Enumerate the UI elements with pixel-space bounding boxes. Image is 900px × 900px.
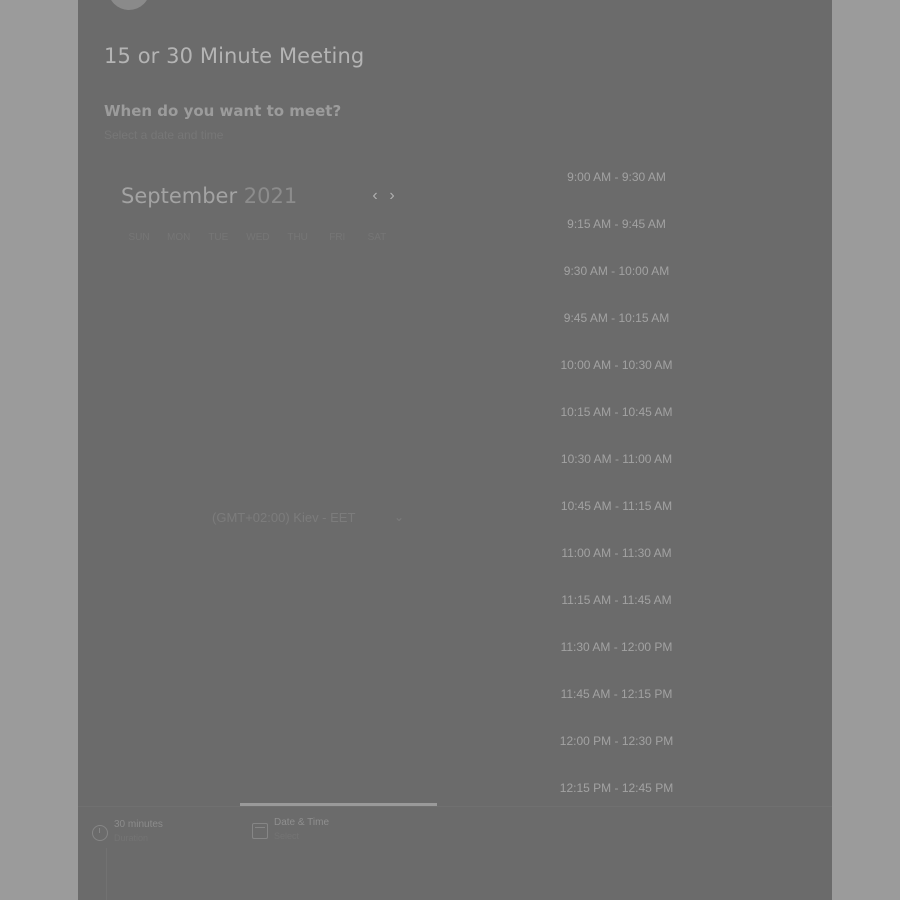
time-slot-button[interactable]: 11:30 AM - 12:00 PM xyxy=(534,630,699,664)
weekday-label: WED xyxy=(246,232,270,243)
time-slot-button[interactable]: 12:00 PM - 12:30 PM xyxy=(534,724,699,758)
step-duration: 30 minutes Duration xyxy=(92,818,163,844)
footer-rail xyxy=(106,848,116,900)
chevron-right-icon[interactable]: › xyxy=(385,186,399,206)
time-slot-button[interactable]: 10:30 AM - 11:00 AM xyxy=(534,442,699,476)
time-slot-button[interactable]: 11:15 AM - 11:45 AM xyxy=(534,583,699,617)
weekday-header: SUN MON TUE WED THU FRI SAT xyxy=(123,232,393,243)
calendar-icon xyxy=(252,823,268,839)
time-slot-button[interactable]: 10:45 AM - 11:15 AM xyxy=(534,489,699,523)
calendar-month: September xyxy=(121,184,238,208)
time-slot-button[interactable]: 12:15 PM - 12:45 PM xyxy=(534,771,699,805)
time-slot-button[interactable]: 11:00 AM - 11:30 AM xyxy=(534,536,699,570)
time-slot-button[interactable]: 11:45 AM - 12:15 PM xyxy=(534,677,699,711)
weekday-label: SUN xyxy=(128,232,150,243)
host-avatar xyxy=(108,0,150,10)
weekday-label: SAT xyxy=(367,232,387,243)
chevron-down-icon[interactable]: ⌄ xyxy=(394,510,404,524)
step-duration-title: 30 minutes xyxy=(114,819,163,830)
weekday-label: TUE xyxy=(208,232,229,243)
time-slot-button[interactable]: 10:00 AM - 10:30 AM xyxy=(534,348,699,382)
step-datetime: Date & Time Select xyxy=(252,816,329,842)
time-slot-button[interactable]: 9:15 AM - 9:45 AM xyxy=(534,207,699,241)
time-slot-button[interactable]: 10:15 AM - 10:45 AM xyxy=(534,395,699,429)
calendar-year: 2021 xyxy=(243,184,298,208)
meeting-title: 15 or 30 Minute Meeting xyxy=(104,44,365,68)
time-slot-button[interactable]: 9:45 AM - 10:15 AM xyxy=(534,301,699,335)
time-slot-button[interactable]: 9:00 AM - 9:30 AM xyxy=(534,160,699,194)
booking-card: 15 or 30 Minute Meeting When do you want… xyxy=(78,0,832,900)
step-progress-indicator xyxy=(240,803,437,806)
footer-divider xyxy=(78,806,832,807)
clock-icon xyxy=(92,825,108,841)
step-duration-sub: Duration xyxy=(114,833,149,843)
question-heading: When do you want to meet? xyxy=(104,102,342,120)
weekday-label: MON xyxy=(166,232,191,243)
question-subtitle: Select a date and time xyxy=(104,128,224,142)
weekday-label: FRI xyxy=(329,232,346,243)
step-datetime-title: Date & Time xyxy=(274,817,330,828)
weekday-label: THU xyxy=(287,232,308,243)
calendar-month-label: September 2021 xyxy=(121,184,297,208)
timezone-select[interactable]: (GMT+02:00) Kiev - EET xyxy=(212,510,355,525)
step-datetime-sub: Select xyxy=(274,831,300,841)
time-slot-button[interactable]: 9:30 AM - 10:00 AM xyxy=(534,254,699,288)
chevron-left-icon[interactable]: ‹ xyxy=(368,186,382,206)
